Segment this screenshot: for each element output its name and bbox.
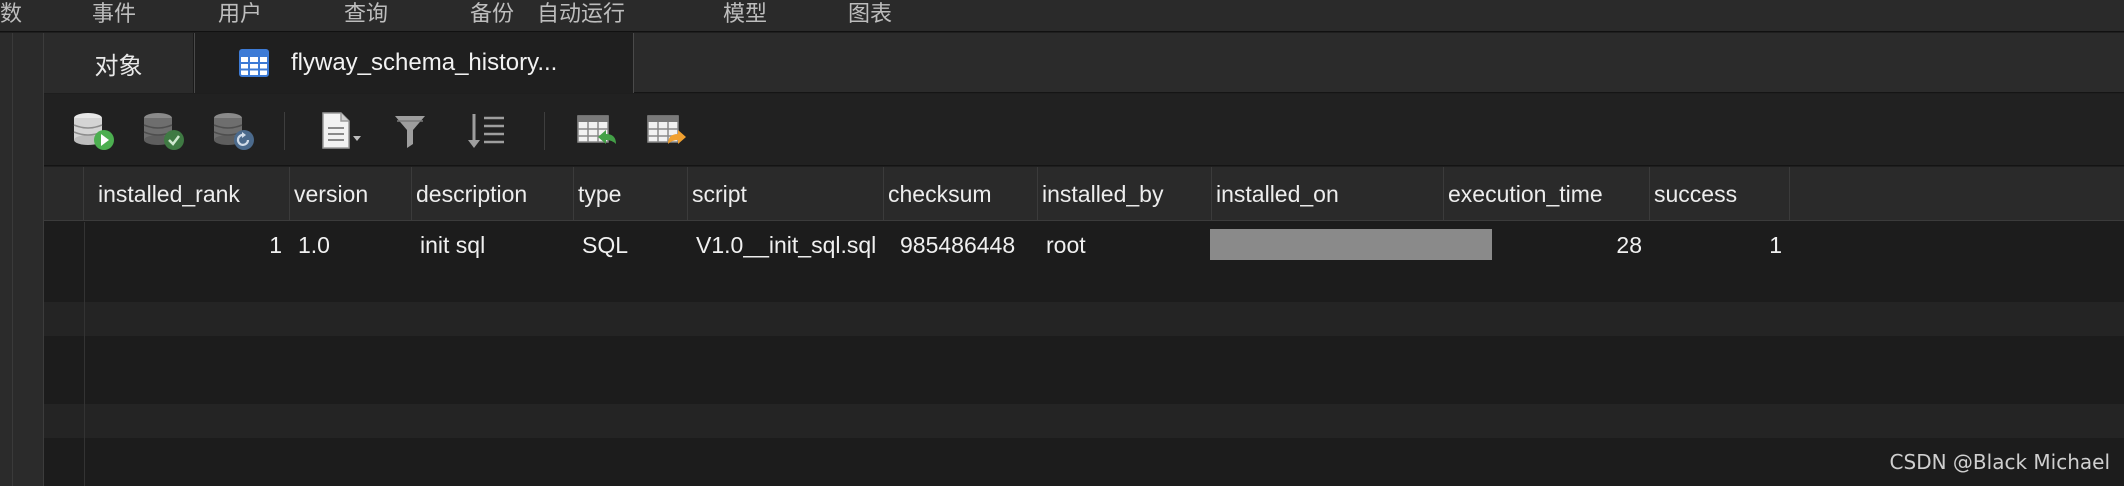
cell-installed-rank[interactable]: 1 <box>94 222 290 268</box>
column-header-checksum[interactable]: checksum <box>884 167 1038 221</box>
import-icon[interactable] <box>576 110 620 152</box>
column-header-installed-by[interactable]: installed_by <box>1038 167 1212 221</box>
toolbar-separator <box>544 112 545 150</box>
empty-row <box>44 268 2124 302</box>
empty-row <box>44 404 2124 438</box>
text-view-icon[interactable] <box>319 110 363 152</box>
column-header-installed-rank[interactable]: installed_rank <box>94 167 290 221</box>
cell-execution-time[interactable]: 28 <box>1444 222 1650 268</box>
row-gutter-divider <box>84 222 85 486</box>
cell-type[interactable]: SQL <box>574 222 688 268</box>
column-header-execution-time[interactable]: execution_time <box>1444 167 1650 221</box>
cell-installed-by[interactable]: root <box>1038 222 1212 268</box>
menu-item-backup[interactable]: 备份 <box>470 0 514 32</box>
tab-flyway-schema-history[interactable]: flyway_schema_history... <box>194 33 634 93</box>
tab-objects[interactable]: 对象 <box>44 33 194 93</box>
sort-icon[interactable] <box>464 110 508 152</box>
tab-table-label: flyway_schema_history... <box>291 49 558 76</box>
table-row[interactable]: 1 1.0 init sql SQL V1.0__init_sql.sql 98… <box>44 222 2124 268</box>
watermark: CSDN @Black Michael <box>1889 450 2110 474</box>
column-header-script[interactable]: script <box>688 167 884 221</box>
filter-icon[interactable] <box>389 110 433 152</box>
column-header-description[interactable]: description <box>412 167 574 221</box>
export-icon[interactable] <box>646 110 690 152</box>
column-header-installed-on[interactable]: installed_on <box>1212 167 1444 221</box>
empty-row <box>44 336 2124 370</box>
row-header-corner <box>44 167 84 221</box>
gutter-divider <box>12 33 13 486</box>
commit-icon[interactable] <box>142 110 186 152</box>
data-grid: installed_rank version description type … <box>44 167 2124 486</box>
grid-header-row: installed_rank version description type … <box>44 167 2124 221</box>
table-icon <box>239 49 269 77</box>
menu-item-data[interactable]: 数 <box>0 0 22 32</box>
column-header-success[interactable]: success <box>1650 167 1790 221</box>
cell-success[interactable]: 1 <box>1650 222 1790 268</box>
left-sidebar-gutter <box>0 33 44 486</box>
start-transaction-icon[interactable] <box>72 110 116 152</box>
empty-row <box>44 302 2124 336</box>
empty-row <box>44 370 2124 404</box>
empty-row <box>44 438 2124 486</box>
toolbar <box>44 94 2124 166</box>
toolbar-separator <box>284 112 285 150</box>
menu-item-model[interactable]: 模型 <box>723 0 767 32</box>
menu-item-automation[interactable]: 自动运行 <box>537 0 625 32</box>
cell-description[interactable]: init sql <box>412 222 574 268</box>
menu-item-charts[interactable]: 图表 <box>848 0 892 32</box>
tab-objects-label: 对象 <box>94 51 143 80</box>
rollback-icon[interactable] <box>212 110 256 152</box>
column-header-type[interactable]: type <box>574 167 688 221</box>
tab-bar: 对象 flyway_schema_history... <box>44 33 2124 93</box>
menu-item-users[interactable]: 用户 <box>218 0 262 32</box>
menu-item-query[interactable]: 查询 <box>344 0 388 32</box>
menu-item-events[interactable]: 事件 <box>92 0 136 32</box>
menu-bar: 数 事件 用户 查询 备份 自动运行 模型 图表 <box>0 0 2124 32</box>
column-header-version[interactable]: version <box>290 167 412 221</box>
cell-checksum[interactable]: 985486448 <box>892 222 1042 268</box>
cell-version[interactable]: 1.0 <box>290 222 412 268</box>
